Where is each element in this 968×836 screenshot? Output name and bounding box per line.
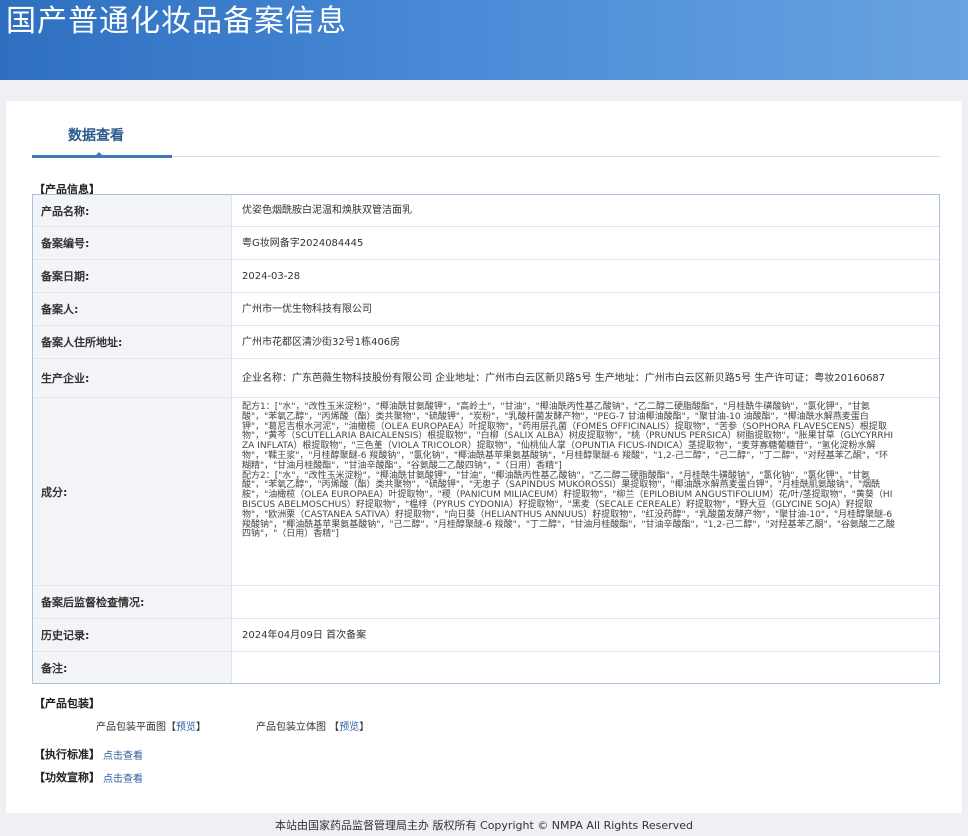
- row-value: 企业名称：广东芭薇生物科技股份有限公司 企业地址：广州市白云区新贝路5号 生产地…: [242, 372, 886, 384]
- content-card: 数据查看 【产品信息】 产品名称: 优姿色烟酰胺白泥温和焕肤双管洁面乳 备案编号…: [6, 101, 962, 813]
- packaging-solid-preview-link[interactable]: 预览: [339, 722, 359, 733]
- row-label: 备案日期:: [33, 260, 232, 292]
- packaging-flat-preview-link[interactable]: 预览: [176, 722, 196, 733]
- row-label: 备注:: [33, 652, 232, 683]
- row-value: 粤G妆网备字2024084445: [242, 237, 364, 249]
- row-value: [232, 652, 939, 683]
- row-label: 历史记录:: [33, 619, 232, 651]
- row-value: 广州市花都区清沙街32号1栋406房: [242, 336, 401, 348]
- row-ingredients: 成分: 配方1：["水"，"改性玉米淀粉"，"椰油酰甘氨酸钾"，"高岭土"，"甘…: [33, 397, 939, 585]
- ingredients-formula-1: 配方1：["水"，"改性玉米淀粉"，"椰油酰甘氨酸钾"，"高岭土"，"甘油"，"…: [242, 402, 894, 471]
- row-value: [232, 586, 939, 618]
- packaging-flat: 产品包装平面图【预览】: [96, 722, 206, 733]
- packaging-solid: 产品包装立体图 【预览】: [256, 722, 370, 733]
- row-value: 优姿色烟酰胺白泥温和焕肤双管洁面乳: [242, 205, 412, 216]
- efficacy-link-text[interactable]: 点击查看: [103, 774, 143, 785]
- row-value: 2024年04月09日 首次备案: [242, 629, 367, 641]
- section-standard: 【执行标准】: [34, 746, 100, 762]
- section-packaging: 【产品包装】: [34, 697, 100, 710]
- row-remarks: 备注:: [33, 651, 939, 683]
- row-registrant: 备案人: 广州市一优生物科技有限公司: [33, 292, 939, 325]
- packaging-solid-label: 产品包装立体图: [256, 722, 326, 733]
- row-value: 广州市一优生物科技有限公司: [242, 303, 372, 315]
- row-label: 成分:: [33, 398, 232, 585]
- packaging-flat-label: 产品包装平面图: [96, 722, 166, 733]
- page-title: 国产普通化妆品备案信息: [6, 4, 347, 39]
- efficacy-view-link[interactable]: 点击查看: [103, 770, 143, 785]
- row-record-number: 备案编号: 粤G妆网备字2024084445: [33, 226, 939, 259]
- row-product-name: 产品名称: 优姿色烟酰胺白泥温和焕肤双管洁面乳: [33, 195, 939, 226]
- section-efficacy: 【功效宣称】: [34, 769, 100, 785]
- row-manufacturer: 生产企业: 企业名称：广东芭薇生物科技股份有限公司 企业地址：广州市白云区新贝路…: [33, 358, 939, 397]
- row-label: 产品名称:: [33, 195, 232, 226]
- row-record-date: 备案日期: 2024-03-28: [33, 259, 939, 292]
- page-header: 国产普通化妆品备案信息: [0, 0, 968, 80]
- row-label: 备案后监督检查情况:: [33, 586, 232, 618]
- row-label: 生产企业:: [33, 359, 232, 397]
- standard-view-link[interactable]: 点击查看: [103, 747, 143, 762]
- product-info-table: 产品名称: 优姿色烟酰胺白泥温和焕肤双管洁面乳 备案编号: 粤G妆网备字2024…: [32, 194, 940, 684]
- row-registrant-address: 备案人住所地址: 广州市花都区清沙街32号1栋406房: [33, 325, 939, 358]
- tab-data-view[interactable]: 数据查看: [68, 125, 124, 145]
- standard-link-text[interactable]: 点击查看: [103, 751, 143, 762]
- row-label: 备案人住所地址:: [33, 326, 232, 358]
- ingredients-formula-2: 配方2：["水"，"改性玉米淀粉"，"椰油酰甘氨酸钾"，"甘油"，"椰油酰丙性基…: [242, 470, 895, 540]
- efficacy-label: 【功效宣称】: [34, 771, 100, 784]
- row-value: 2024-03-28: [242, 270, 301, 282]
- row-label: 备案人:: [33, 293, 232, 325]
- row-label: 备案编号:: [33, 227, 232, 259]
- standard-label: 【执行标准】: [34, 748, 100, 761]
- ingredients-value: 配方1：["水"，"改性玉米淀粉"，"椰油酰甘氨酸钾"，"高岭土"，"甘油"，"…: [232, 398, 939, 585]
- tab-indicator-arrow-icon: [95, 152, 103, 156]
- row-supervision: 备案后监督检查情况:: [33, 585, 939, 618]
- row-history: 历史记录: 2024年04月09日 首次备案: [33, 618, 939, 651]
- page-footer: 本站由国家药品监督管理局主办 版权所有 Copyright © NMPA All…: [275, 819, 693, 832]
